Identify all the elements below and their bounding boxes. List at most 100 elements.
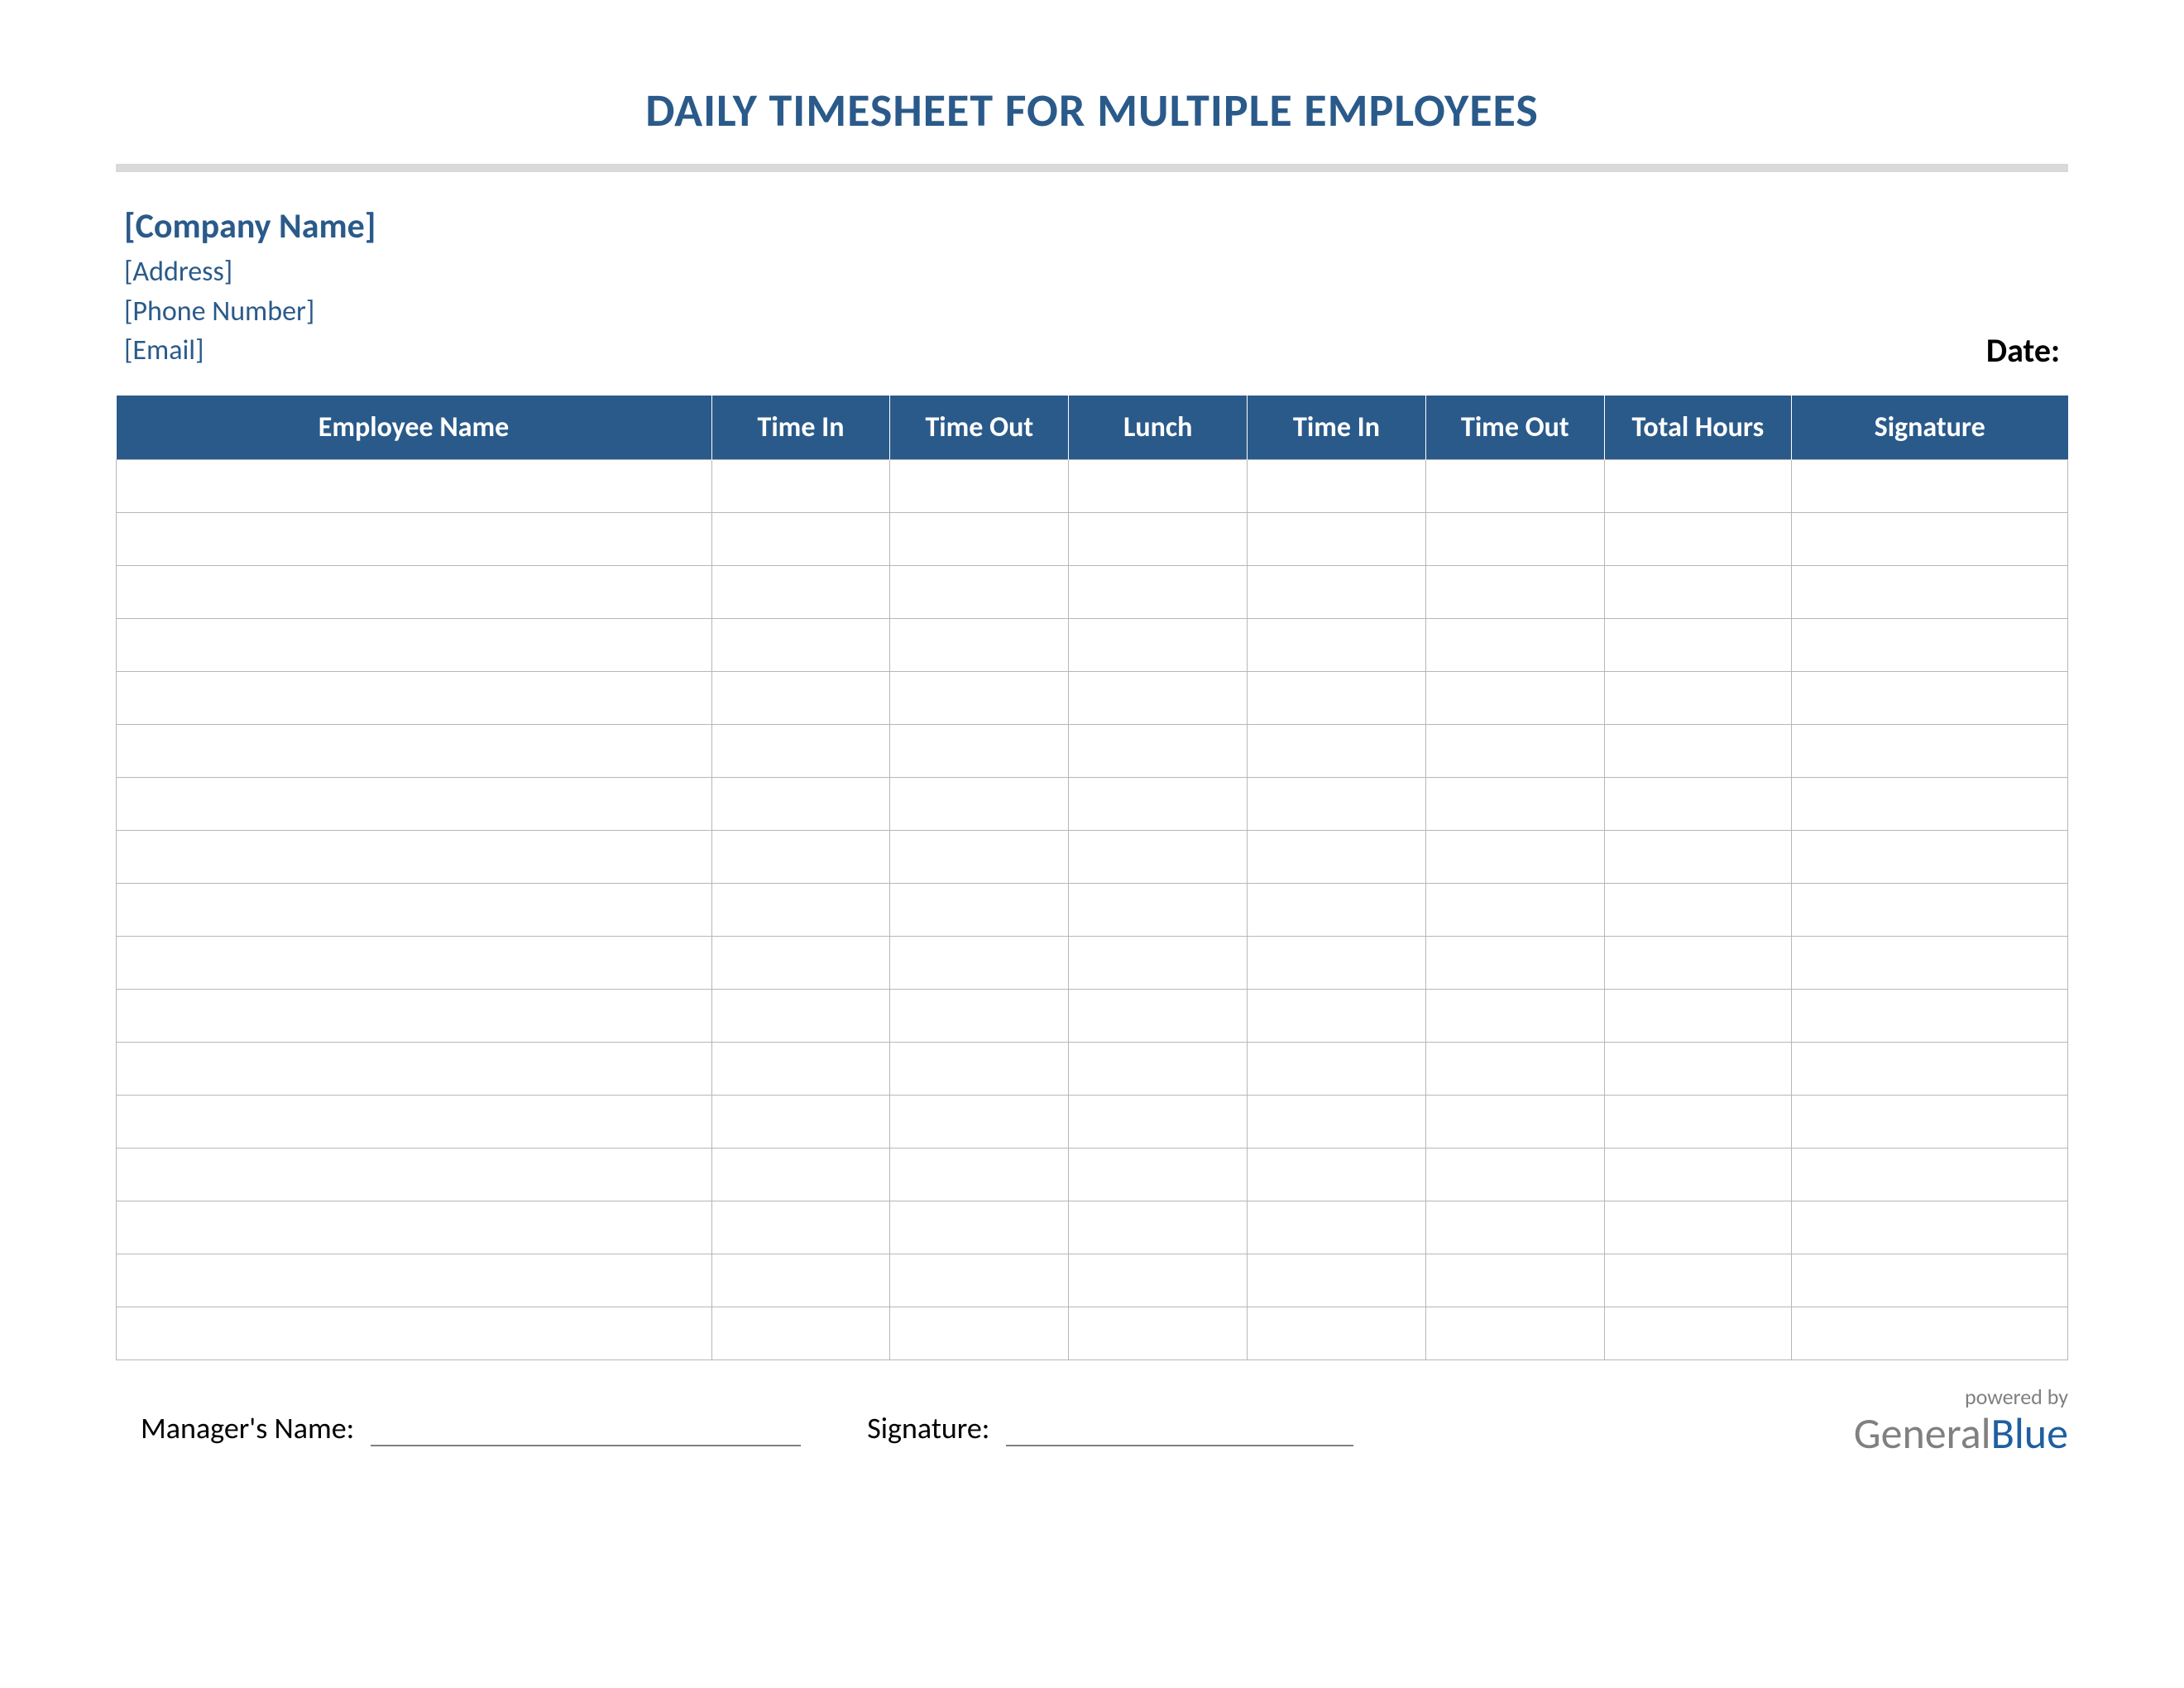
table-cell <box>1604 1095 1791 1148</box>
table-cell <box>1425 1254 1604 1307</box>
table-cell <box>711 1254 890 1307</box>
table-cell <box>1248 565 1426 618</box>
table-cell <box>890 459 1069 512</box>
signature-group: Signature: <box>867 1410 1353 1446</box>
table-cell <box>1791 512 2067 565</box>
table-cell <box>1069 671 1248 724</box>
table-cell <box>1248 1042 1426 1095</box>
table-row <box>117 671 2068 724</box>
date-label: Date: <box>1986 330 2060 371</box>
table-row <box>117 883 2068 936</box>
table-cell <box>1248 989 1426 1042</box>
table-cell <box>711 512 890 565</box>
table-cell <box>117 1095 712 1148</box>
company-address: [Address] <box>124 252 2068 292</box>
table-cell <box>1791 1148 2067 1201</box>
column-header: Employee Name <box>117 396 712 460</box>
table-cell <box>1425 1307 1604 1360</box>
table-cell <box>1425 989 1604 1042</box>
table-cell <box>1791 883 2067 936</box>
column-header: Signature <box>1791 396 2067 460</box>
table-row <box>117 1148 2068 1201</box>
table-cell <box>1604 1148 1791 1201</box>
manager-signature-group: Manager's Name: <box>141 1410 801 1446</box>
table-cell <box>1425 777 1604 830</box>
table-cell <box>1248 1307 1426 1360</box>
timesheet-table: Employee NameTime InTime OutLunchTime In… <box>116 396 2068 1360</box>
table-cell <box>1604 724 1791 777</box>
table-cell <box>1604 565 1791 618</box>
title-divider <box>116 164 2068 172</box>
table-row <box>117 1201 2068 1254</box>
table-row <box>117 936 2068 989</box>
table-cell <box>711 1307 890 1360</box>
table-row <box>117 830 2068 883</box>
table-cell <box>1425 618 1604 671</box>
table-cell <box>711 936 890 989</box>
table-cell <box>711 565 890 618</box>
table-cell <box>1248 1201 1426 1254</box>
table-cell <box>1604 883 1791 936</box>
table-row <box>117 565 2068 618</box>
table-cell <box>890 883 1069 936</box>
company-phone: [Phone Number] <box>124 292 2068 332</box>
table-cell <box>1604 618 1791 671</box>
table-cell <box>1069 883 1248 936</box>
table-cell <box>1604 989 1791 1042</box>
table-cell <box>890 565 1069 618</box>
signature-line <box>1006 1417 1353 1446</box>
table-cell <box>117 883 712 936</box>
table-cell <box>117 989 712 1042</box>
table-cell <box>1425 1042 1604 1095</box>
table-cell <box>890 1254 1069 1307</box>
table-cell <box>711 618 890 671</box>
table-cell <box>1425 830 1604 883</box>
page-title: DAILY TIMESHEET FOR MULTIPLE EMPLOYEES <box>116 83 2068 139</box>
table-cell <box>1604 936 1791 989</box>
table-cell <box>890 1148 1069 1201</box>
table-cell <box>1791 830 2067 883</box>
table-cell <box>711 459 890 512</box>
table-cell <box>711 724 890 777</box>
table-cell <box>1791 459 2067 512</box>
table-cell <box>1069 989 1248 1042</box>
table-cell <box>890 777 1069 830</box>
table-cell <box>1791 1254 2067 1307</box>
column-header: Time In <box>1248 396 1426 460</box>
table-cell <box>711 1201 890 1254</box>
table-cell <box>1248 512 1426 565</box>
table-cell <box>1791 618 2067 671</box>
table-cell <box>1069 1095 1248 1148</box>
table-cell <box>890 830 1069 883</box>
table-cell <box>1069 777 1248 830</box>
table-cell <box>117 777 712 830</box>
table-cell <box>117 671 712 724</box>
table-cell <box>890 618 1069 671</box>
table-cell <box>1069 1307 1248 1360</box>
table-cell <box>117 1307 712 1360</box>
table-cell <box>711 671 890 724</box>
table-cell <box>117 1201 712 1254</box>
table-cell <box>1604 777 1791 830</box>
company-name: [Company Name] <box>124 205 2068 247</box>
table-cell <box>1425 1095 1604 1148</box>
table-cell <box>890 936 1069 989</box>
table-cell <box>1425 936 1604 989</box>
table-cell <box>117 565 712 618</box>
table-cell <box>1248 1148 1426 1201</box>
table-cell <box>1248 883 1426 936</box>
table-cell <box>1425 671 1604 724</box>
table-cell <box>1248 830 1426 883</box>
table-cell <box>1604 830 1791 883</box>
table-cell <box>1069 565 1248 618</box>
table-row <box>117 512 2068 565</box>
table-cell <box>117 459 712 512</box>
table-cell <box>1425 883 1604 936</box>
table-cell <box>890 1095 1069 1148</box>
table-cell <box>1069 1201 1248 1254</box>
table-row <box>117 989 2068 1042</box>
table-cell <box>1069 724 1248 777</box>
column-header: Time Out <box>1425 396 1604 460</box>
table-row <box>117 1042 2068 1095</box>
table-row <box>117 777 2068 830</box>
